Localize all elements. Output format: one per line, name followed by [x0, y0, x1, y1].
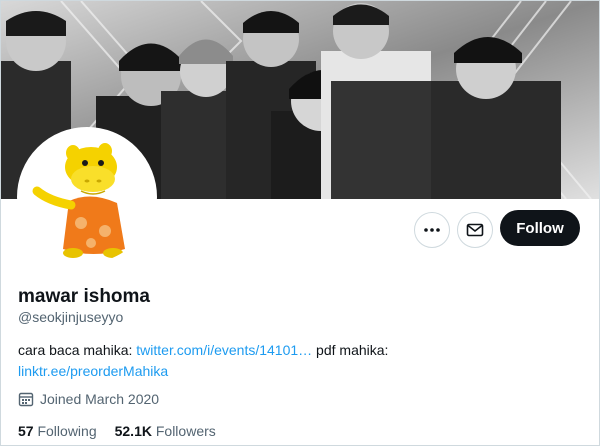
more-button[interactable]: [414, 212, 450, 248]
bio-text: cara baca mahika:: [18, 342, 137, 358]
mail-icon: [466, 223, 484, 237]
message-button[interactable]: [457, 212, 493, 248]
user-handle: @seokjinjuseyyo: [18, 309, 124, 325]
follow-stats: 57 Following 52.1K Followers: [18, 423, 234, 439]
bio-text: pdf mahika:: [312, 342, 389, 358]
calendar-icon: [18, 391, 34, 407]
followers-link[interactable]: 52.1K Followers: [115, 423, 216, 439]
following-label: Following: [37, 423, 97, 439]
avatar-image: [21, 131, 153, 263]
display-name: mawar ishoma: [18, 286, 150, 307]
following-count: 57: [18, 423, 34, 439]
joined-date: Joined March 2020: [18, 391, 159, 407]
following-link[interactable]: 57 Following: [18, 423, 97, 439]
follow-button[interactable]: Follow: [500, 210, 580, 246]
followers-label: Followers: [155, 423, 216, 439]
more-icon: [424, 228, 440, 232]
followers-count: 52.1K: [114, 423, 152, 439]
joined-text: Joined March 2020: [40, 391, 160, 407]
avatar[interactable]: [17, 127, 157, 267]
bio-link-events[interactable]: twitter.com/i/events/14101…: [136, 342, 312, 358]
bio: cara baca mahika: twitter.com/i/events/1…: [18, 340, 578, 382]
bio-link-linktree[interactable]: linktr.ee/preorderMahika: [18, 363, 168, 379]
